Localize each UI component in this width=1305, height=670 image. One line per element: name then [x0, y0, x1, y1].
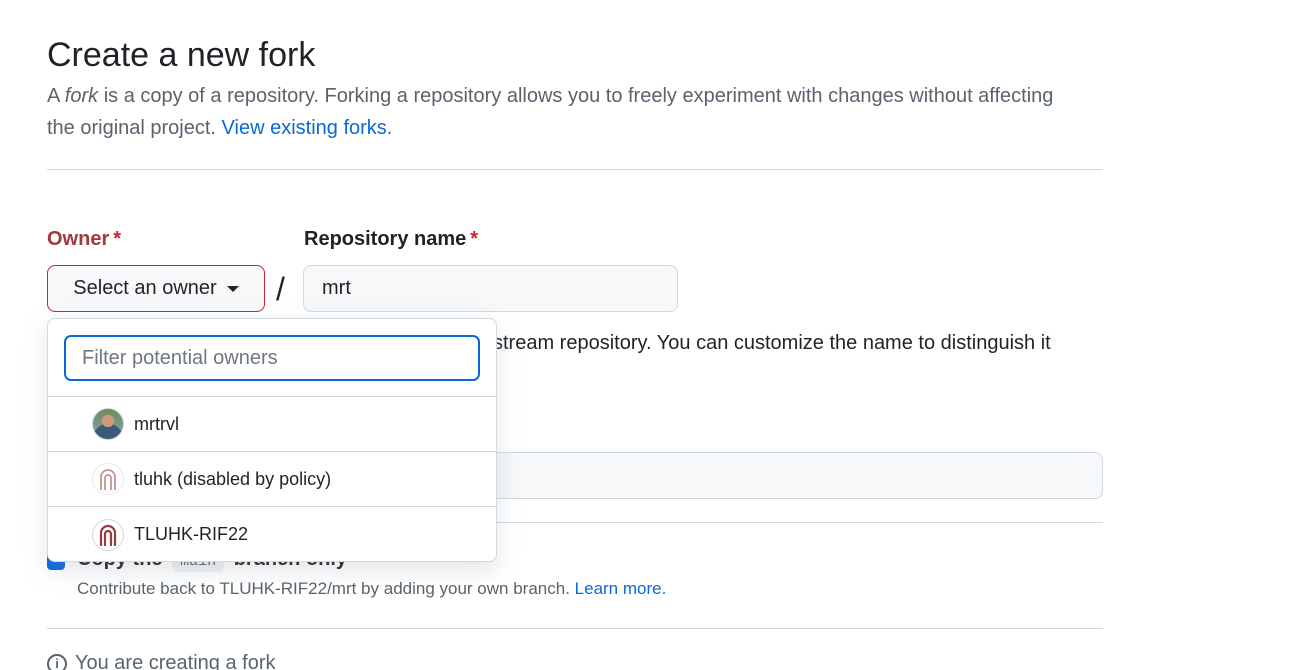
owner-option-label: TLUHK-RIF22	[134, 524, 249, 544]
copy-branch-help: Contribute back to TLUHK-RIF22/mrt by ad…	[77, 579, 666, 599]
owner-option-tluhk-rif22[interactable]: TLUHK-RIF22	[48, 507, 496, 561]
owner-option-tluhk[interactable]: tluhk (disabled by policy)	[48, 452, 496, 507]
owner-repo-separator: /	[276, 271, 285, 307]
user-photo-avatar	[92, 408, 124, 440]
view-existing-forks-link[interactable]: View existing forks.	[222, 117, 393, 139]
page-title: Create a new fork	[47, 36, 316, 74]
learn-more-link[interactable]: Learn more.	[575, 579, 667, 598]
repo-required-mark: *	[470, 228, 479, 250]
select-owner-button[interactable]: Select an owner	[47, 265, 265, 312]
repo-name-label: Repository name *	[304, 228, 478, 251]
owner-required-mark: *	[113, 228, 122, 250]
org-arch-logo-icon	[92, 518, 124, 551]
page-subtitle: A fork is a copy of a repository. Forkin…	[47, 80, 1057, 144]
owner-label-text: Owner	[47, 228, 110, 250]
fork-page: Create a new fork A fork is a copy of a …	[0, 0, 1305, 670]
owner-dropdown: mrtrvl tluhk (disabled by policy) TLUHK-…	[47, 318, 497, 562]
owner-option-label: mrtrvl	[134, 413, 179, 434]
repo-name-help-text: stream repository. You can customize the…	[493, 332, 1051, 354]
org-arch-logo-icon	[92, 463, 124, 495]
owner-option-label: tluhk (disabled by policy)	[134, 468, 332, 489]
owner-option-mrtrvl[interactable]: mrtrvl	[48, 397, 496, 452]
subtitle-text-2: is a copy of a repository. Forking a rep…	[47, 85, 1054, 139]
subtitle-text-1: A	[47, 85, 65, 107]
info-icon: i	[47, 653, 67, 670]
filter-owners-input[interactable]	[64, 335, 480, 381]
copy-branch-help-text: Contribute back to TLUHK-RIF22/mrt by ad…	[77, 579, 570, 598]
header-divider	[47, 169, 1103, 170]
repo-name-input[interactable]	[303, 265, 678, 312]
repo-name-label-text: Repository name	[304, 228, 467, 250]
fork-info-text: You are creating a fork	[75, 652, 276, 670]
owner-label: Owner *	[47, 228, 121, 251]
copy-divider	[47, 628, 1103, 629]
select-owner-label: Select an owner	[73, 277, 217, 299]
fork-info-line: i You are creating a fork	[47, 652, 276, 670]
owner-filter-wrapper	[48, 319, 496, 397]
description-input[interactable]	[470, 452, 1103, 499]
caret-down-icon	[226, 285, 239, 292]
subtitle-fork-word: fork	[64, 85, 99, 107]
